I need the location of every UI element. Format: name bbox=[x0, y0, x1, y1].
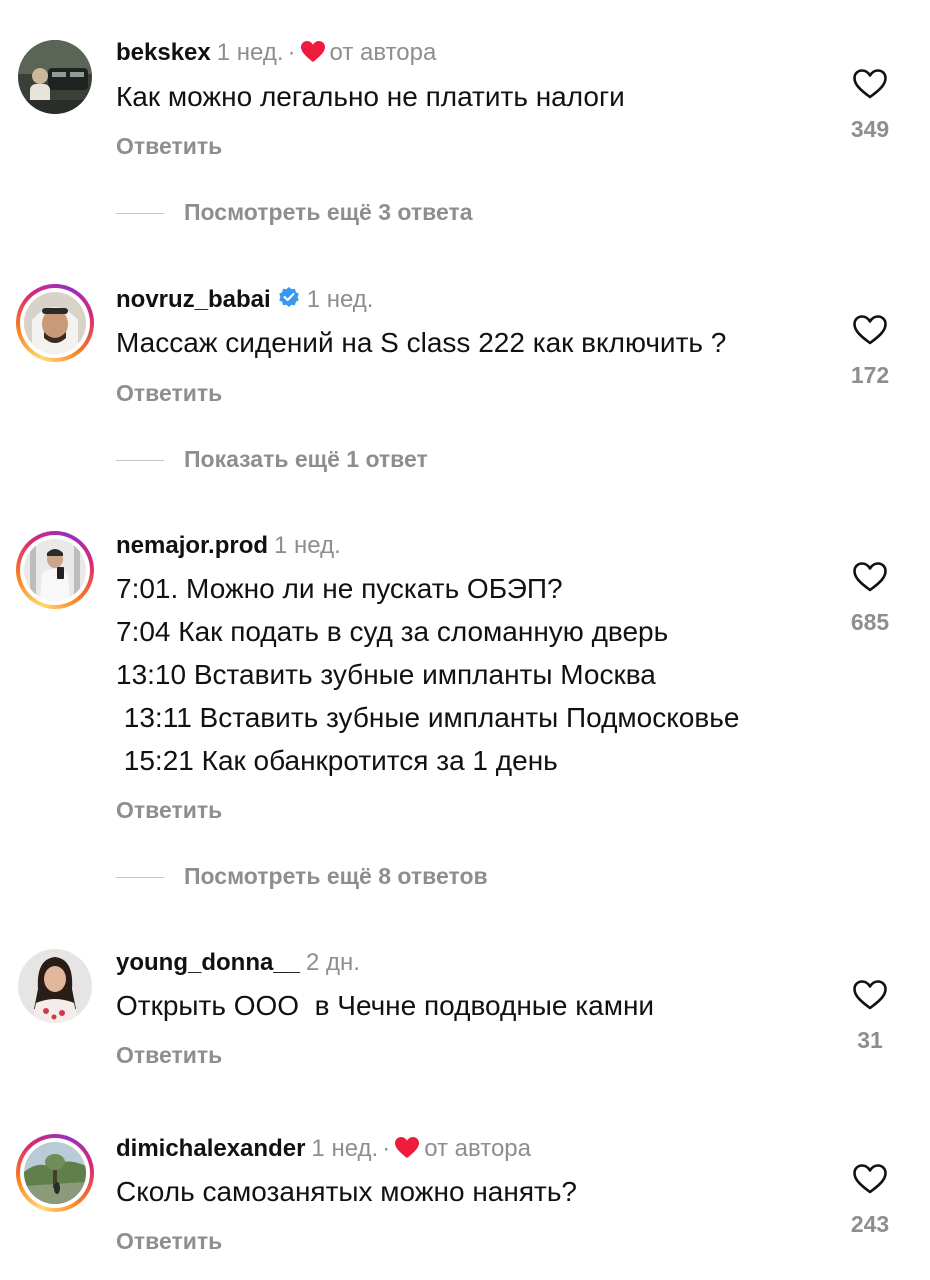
comment-meta: dimichalexander 1 нед. · от автора bbox=[116, 1134, 531, 1164]
avatar-photo-car bbox=[18, 40, 92, 114]
comment-text-line: 7:04 Как подать в суд за сломанную дверь bbox=[116, 616, 669, 647]
avatar-photo-person bbox=[24, 292, 86, 354]
heart-outline-icon bbox=[853, 315, 887, 345]
timestamp: 1 нед. bbox=[216, 39, 284, 66]
username[interactable]: dimichalexander bbox=[116, 1135, 305, 1162]
author-like-label: от автора bbox=[329, 39, 437, 66]
timestamp: 1 нед. bbox=[311, 1135, 379, 1162]
avatar[interactable] bbox=[16, 284, 94, 362]
reply-button[interactable]: Ответить bbox=[116, 797, 222, 824]
like-button[interactable]: 349 bbox=[838, 68, 902, 143]
verified-badge-icon bbox=[278, 287, 299, 307]
view-more-replies[interactable]: Посмотреть ещё 8 ответов bbox=[116, 863, 488, 890]
like-count: 243 bbox=[850, 1211, 890, 1237]
username[interactable]: novruz_babai bbox=[116, 286, 271, 313]
divider-line bbox=[116, 877, 164, 879]
heart-outline-icon bbox=[853, 980, 887, 1010]
comment-text: Массаж сидений на S class 222 как включи… bbox=[116, 327, 727, 358]
view-more-replies[interactable]: Показать ещё 1 ответ bbox=[116, 446, 428, 473]
view-more-replies-label: Посмотреть ещё 8 ответов bbox=[184, 863, 488, 889]
like-button[interactable]: 172 bbox=[838, 314, 902, 389]
avatar[interactable] bbox=[16, 1134, 94, 1212]
like-count: 31 bbox=[857, 1027, 883, 1053]
username[interactable]: nemajor.prod bbox=[116, 532, 268, 559]
timestamp: 1 нед. bbox=[306, 286, 374, 313]
timestamp: 2 дн. bbox=[306, 949, 360, 976]
reply-button[interactable]: Ответить bbox=[116, 1228, 222, 1255]
avatar-photo-person bbox=[18, 949, 92, 1023]
like-count: 685 bbox=[850, 609, 890, 635]
heart-filled-icon bbox=[300, 41, 325, 62]
comment-text: Открыть ООО в Чечне подводные камни bbox=[116, 990, 655, 1021]
comment-text: Сколь самозанятых можно нанять? bbox=[116, 1176, 577, 1207]
reply-button[interactable]: Ответить bbox=[116, 1042, 222, 1069]
heart-outline-icon bbox=[853, 1164, 887, 1194]
avatar-photo-outdoor bbox=[24, 1142, 86, 1204]
reply-button[interactable]: Ответить bbox=[116, 380, 222, 407]
separator-dot: · bbox=[382, 1135, 391, 1162]
view-more-replies[interactable]: Посмотреть ещё 3 ответа bbox=[116, 199, 473, 226]
separator-dot: · bbox=[287, 39, 296, 66]
comment-text-line: 13:11 Вставить зубные импланты Подмосков… bbox=[116, 702, 740, 733]
avatar[interactable] bbox=[16, 531, 94, 609]
comment-meta: bekskex 1 нед. · от автора bbox=[116, 38, 436, 68]
like-button[interactable]: 685 bbox=[838, 561, 902, 636]
comment-text: Как можно легально не платить налоги bbox=[116, 81, 625, 112]
timestamp: 1 нед. bbox=[274, 532, 341, 559]
like-count: 172 bbox=[850, 362, 890, 388]
comment-text-line: 7:01. Можно ли не пускать ОБЭП? bbox=[116, 573, 563, 604]
avatar-photo-person bbox=[24, 539, 86, 601]
avatar[interactable] bbox=[16, 947, 94, 1025]
heart-outline-icon bbox=[853, 69, 887, 99]
divider-line bbox=[116, 460, 164, 462]
comment-meta: young_donna__ 2 дн. bbox=[116, 948, 360, 978]
like-button[interactable]: 31 bbox=[838, 979, 902, 1054]
heart-filled-icon bbox=[395, 1137, 420, 1158]
avatar[interactable] bbox=[16, 38, 94, 116]
comment-text-line: 13:10 Вставить зубные импланты Москва bbox=[116, 659, 656, 690]
comment-meta: nemajor.prod 1 нед. bbox=[116, 531, 341, 561]
reply-button[interactable]: Ответить bbox=[116, 133, 222, 160]
username[interactable]: young_donna__ bbox=[116, 949, 300, 976]
like-count: 349 bbox=[850, 116, 890, 142]
view-more-replies-label: Показать ещё 1 ответ bbox=[184, 446, 428, 472]
username[interactable]: bekskex bbox=[116, 39, 211, 66]
comment-meta: novruz_babai 1 нед. bbox=[116, 285, 373, 315]
divider-line bbox=[116, 213, 164, 215]
comment-text-line: 15:21 Как обанкротится за 1 день bbox=[116, 745, 558, 776]
heart-outline-icon bbox=[853, 562, 887, 592]
view-more-replies-label: Посмотреть ещё 3 ответа bbox=[184, 199, 473, 225]
like-button[interactable]: 243 bbox=[838, 1163, 902, 1238]
author-like-label: от автора bbox=[424, 1135, 532, 1162]
